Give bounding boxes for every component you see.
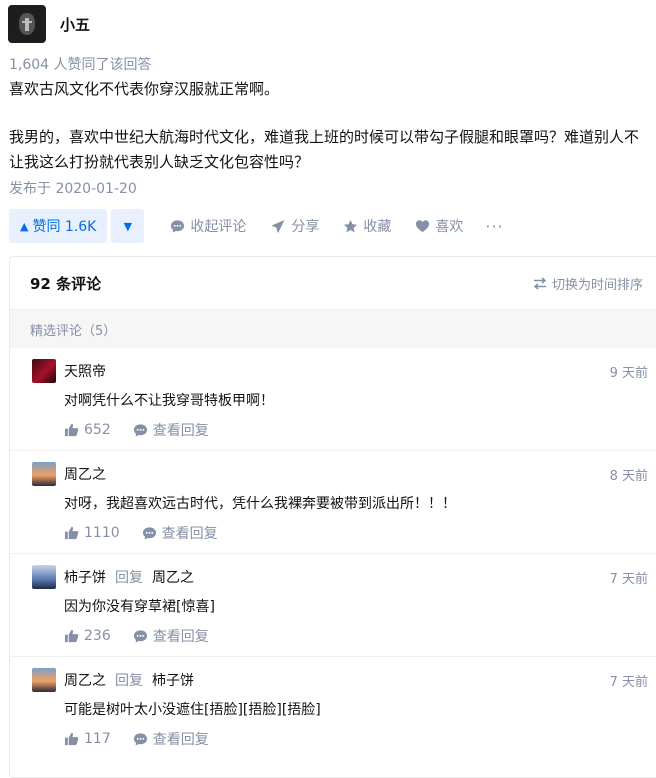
reply-target-username[interactable]: 周乙之 xyxy=(152,567,194,587)
comment-time: 7 天前 xyxy=(609,571,648,587)
sort-switch-button[interactable]: 切换为时间排序 xyxy=(533,274,643,293)
avatar[interactable] xyxy=(32,565,56,589)
comment-username[interactable]: 周乙之 xyxy=(64,464,106,484)
like-count-button[interactable]: 236 xyxy=(84,628,111,644)
comment-time: 9 天前 xyxy=(609,365,648,381)
featured-comments-label: 精选评论（5） xyxy=(10,309,656,348)
comment-time: 8 天前 xyxy=(609,468,648,484)
comment-time: 7 天前 xyxy=(609,674,648,690)
avatar[interactable] xyxy=(32,462,56,486)
share-button[interactable]: 分享 xyxy=(270,216,319,236)
thumbs-up-icon xyxy=(64,629,79,643)
vote-down-button[interactable]: ▼ xyxy=(111,209,145,243)
paper-plane-icon xyxy=(271,219,285,233)
view-replies-button[interactable]: 查看回复 xyxy=(153,420,209,440)
comments-header: 92 条评论 切换为时间排序 xyxy=(10,257,656,309)
comment-username[interactable]: 天照帝 xyxy=(64,361,106,381)
triangle-up-icon: ▲ xyxy=(20,219,29,233)
heart-icon xyxy=(416,220,430,233)
comment-bubble-icon xyxy=(133,732,147,746)
action-bar: ▲ 赞同 1.6K ▼ 收起评论 分享 收藏 喜欢 ··· xyxy=(9,209,504,243)
like-count-button[interactable]: 117 xyxy=(84,731,111,747)
comments-panel: 92 条评论 切换为时间排序 精选评论（5） 天照帝 9 天前 对啊凭什么不让我… xyxy=(9,256,656,778)
favorite-label: 收藏 xyxy=(363,219,392,235)
comment-text: 可能是树叶太小没遮住[捂脸][捂脸][捂脸] xyxy=(64,702,321,718)
triangle-down-icon: ▼ xyxy=(123,219,133,233)
reply-word: 回复 xyxy=(115,570,143,586)
comment-count: 92 条评论 xyxy=(30,274,102,293)
more-options-button[interactable]: ··· xyxy=(485,217,503,236)
swap-arrows-icon xyxy=(533,276,547,290)
sort-switch-label: 切换为时间排序 xyxy=(551,277,643,293)
comment-username[interactable]: 柿子饼 xyxy=(64,567,106,587)
comment-bubble-icon xyxy=(142,526,156,540)
reply-word: 回复 xyxy=(115,673,143,689)
vote-count-text: 1,604 人赞同了该回答 xyxy=(9,57,152,73)
comment-username[interactable]: 周乙之 xyxy=(64,670,106,690)
avatar[interactable] xyxy=(32,668,56,692)
avatar[interactable] xyxy=(32,359,56,383)
view-replies-button[interactable]: 查看回复 xyxy=(162,523,218,543)
like-button[interactable]: 喜欢 xyxy=(415,216,463,236)
helmet-logo-icon xyxy=(19,13,35,35)
author-name[interactable]: 小五 xyxy=(60,14,90,35)
comment-text: 对啊凭什么不让我穿哥特板甲啊！ xyxy=(64,393,274,409)
comment-item: 天照帝 9 天前 对啊凭什么不让我穿哥特板甲啊！ 652 查看回复 xyxy=(10,348,656,451)
comment-bubble-icon xyxy=(171,219,185,233)
reply-target-username[interactable]: 柿子饼 xyxy=(152,670,194,690)
comment-item: 周乙之 回复 柿子饼 7 天前 可能是树叶太小没遮住[捂脸][捂脸][捂脸] 1… xyxy=(10,657,656,760)
collapse-comments-button[interactable]: 收起评论 xyxy=(170,216,246,236)
comment-bubble-icon xyxy=(133,629,147,643)
author-avatar[interactable] xyxy=(8,5,46,43)
answer-content: 喜欢古风文化不代表你穿汉服就正常啊。 我男的，喜欢中世纪大航海时代文化，难道我上… xyxy=(9,77,649,175)
like-label: 喜欢 xyxy=(435,219,464,235)
vote-up-button[interactable]: ▲ 赞同 1.6K xyxy=(9,209,108,243)
comment-item: 柿子饼 回复 周乙之 7 天前 因为你没有穿草裙[惊喜] 236 查看回复 xyxy=(10,554,656,657)
answer-paragraph: 我男的，喜欢中世纪大航海时代文化，难道我上班的时候可以带勾子假腿和眼罩吗？难道别… xyxy=(9,128,640,171)
comment-text: 因为你没有穿草裙[惊喜] xyxy=(64,599,215,615)
thumbs-up-icon xyxy=(64,526,79,540)
star-icon xyxy=(344,219,358,232)
comment-text: 对呀，我超喜欢远古时代，凭什么我裸奔要被带到派出所！！！ xyxy=(64,496,456,512)
comment-item: 周乙之 8 天前 对呀，我超喜欢远古时代，凭什么我裸奔要被带到派出所！！！ 11… xyxy=(10,451,656,554)
like-count-button[interactable]: 1110 xyxy=(84,525,120,541)
view-replies-button[interactable]: 查看回复 xyxy=(153,729,209,749)
favorite-button[interactable]: 收藏 xyxy=(343,216,391,236)
like-count-button[interactable]: 652 xyxy=(84,422,111,438)
thumbs-up-icon xyxy=(64,732,79,746)
collapse-comments-label: 收起评论 xyxy=(190,219,247,235)
view-replies-button[interactable]: 查看回复 xyxy=(153,626,209,646)
author-header: 小五 xyxy=(8,5,90,43)
comment-bubble-icon xyxy=(133,423,147,437)
vote-up-label: 赞同 1.6K xyxy=(32,219,97,235)
thumbs-up-icon xyxy=(64,423,79,437)
publish-date: 发布于 2020-01-20 xyxy=(9,181,137,197)
share-label: 分享 xyxy=(291,219,320,235)
answer-paragraph: 喜欢古风文化不代表你穿汉服就正常啊。 xyxy=(9,80,280,98)
